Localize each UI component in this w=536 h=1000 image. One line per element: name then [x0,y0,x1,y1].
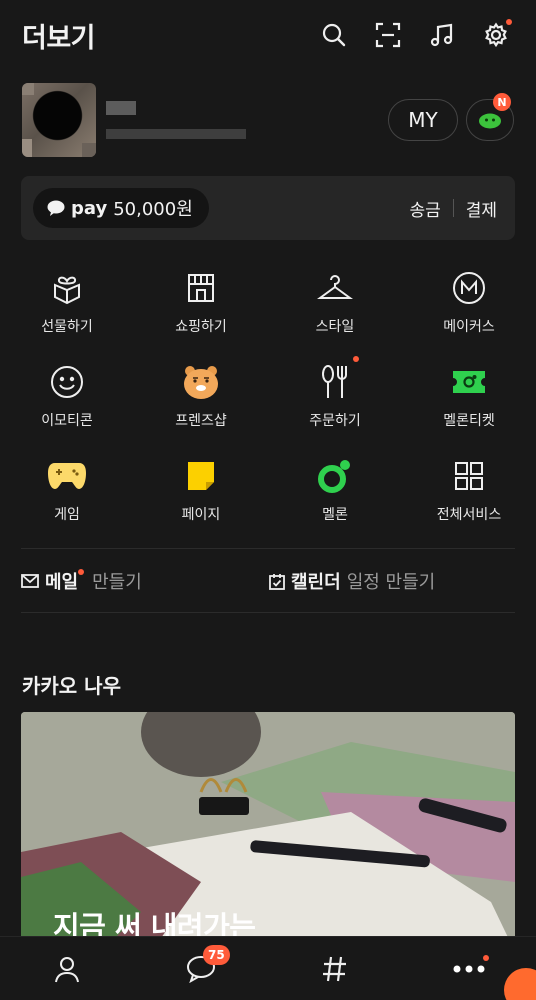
service-order[interactable]: 주문하기 [268,356,402,450]
mail-new-dot [78,569,85,575]
pay-bubble-icon [47,200,65,216]
service-label: 게임 [54,507,80,523]
service-melon[interactable]: 멜론 [268,450,402,544]
profile-status-blurred [106,129,246,139]
makers-icon [449,268,489,308]
service-gift[interactable]: 선물하기 [0,262,134,356]
pay-balance: 50,000원 [113,199,193,220]
service-label: 멜론티켓 [443,413,495,429]
service-label: 이모티콘 [41,413,93,429]
service-label: 쇼핑하기 [175,319,227,335]
avatar[interactable] [22,83,96,157]
all-services-icon [449,456,489,496]
tab-friends[interactable] [37,939,97,999]
settings-gear-icon[interactable] [478,17,514,53]
kakaopay-bar: pay 50,000원 송금 결제 [21,176,515,240]
smiley-icon [47,362,87,402]
mail-title: 메일 [45,572,79,593]
character-button[interactable]: N [466,93,514,141]
settings-new-dot [506,19,512,25]
service-friends-shop[interactable]: 프렌즈샵 [134,356,268,450]
mail-icon [21,574,39,588]
service-label: 주문하기 [309,413,361,429]
mail-calendar-row: 메일 만들기 캘린더 일정 만들기 [21,552,515,610]
fork-spoon-icon [315,356,359,402]
service-label: 전체서비스 [436,507,502,523]
tab-chats[interactable]: 75 [171,939,231,999]
scan-icon[interactable] [370,17,406,53]
profile-info [106,101,246,139]
page-icon [181,456,221,496]
kakao-now-card[interactable]: 지금 써 내려가는 [21,712,515,952]
service-label: 메이커스 [443,319,495,335]
order-new-dot [353,356,359,362]
my-button[interactable]: MY [388,99,458,141]
service-label: 스타일 [315,319,355,335]
bottom-tab-bar: 75 [0,936,536,1000]
header-actions [316,17,514,53]
pay-logo: pay [71,197,108,219]
service-style[interactable]: 스타일 [268,262,402,356]
service-emoticon[interactable]: 이모티콘 [0,356,134,450]
divider [21,612,515,613]
calendar-icon [269,573,285,590]
music-icon[interactable] [424,17,460,53]
top-header: 더보기 [0,0,536,70]
tab-view[interactable] [305,939,365,999]
service-label: 프렌즈샵 [175,413,227,429]
pay-actions: 송금 결제 [409,196,497,221]
floating-action-button[interactable] [504,968,536,1000]
page-title: 더보기 [22,22,96,54]
service-makers[interactable]: 메이커스 [402,262,536,356]
more-new-dot [483,954,489,961]
tab-more[interactable] [439,939,499,999]
new-badge: N [493,93,511,111]
service-label: 멜론 [322,507,348,523]
profile-row[interactable]: MY N [22,80,514,160]
gamepad-icon [47,456,87,496]
mail-action: 만들기 [92,572,142,593]
pay-balance-pill[interactable]: pay 50,000원 [33,188,209,228]
ticket-icon [449,362,489,402]
payment-button[interactable]: 결제 [466,196,497,221]
person-icon [55,956,79,982]
hashtag-icon [323,956,346,981]
search-icon[interactable] [316,17,352,53]
service-page[interactable]: 페이지 [134,450,268,544]
ryan-icon [181,362,221,402]
calendar-shortcut[interactable]: 캘린더 일정 만들기 [269,568,435,594]
calendar-title: 캘린더 [291,572,341,593]
hanger-icon [315,268,355,308]
send-money-button[interactable]: 송금 [409,196,440,221]
profile-name-blurred [106,101,136,115]
divider [452,199,454,217]
character-icon [479,113,501,129]
kakao-now-title: 카카오 나우 [22,674,121,698]
services-grid: 선물하기 쇼핑하기 스타일 메이커스 이모티콘 프렌즈샵 주문하기 멜론티켓 게… [0,262,536,544]
divider [21,548,515,549]
melon-icon [315,456,355,496]
gift-icon [47,268,87,308]
service-melon-ticket[interactable]: 멜론티켓 [402,356,536,450]
service-shopping[interactable]: 쇼핑하기 [134,262,268,356]
service-label: 페이지 [181,507,221,523]
mail-shortcut[interactable]: 메일 만들기 [21,568,269,594]
service-game[interactable]: 게임 [0,450,134,544]
service-all[interactable]: 전체서비스 [402,450,536,544]
shop-icon [181,268,221,308]
service-label: 선물하기 [41,319,93,335]
more-dots-icon [453,965,485,972]
calendar-action: 일정 만들기 [346,572,436,593]
chat-unread-badge: 75 [203,944,230,965]
